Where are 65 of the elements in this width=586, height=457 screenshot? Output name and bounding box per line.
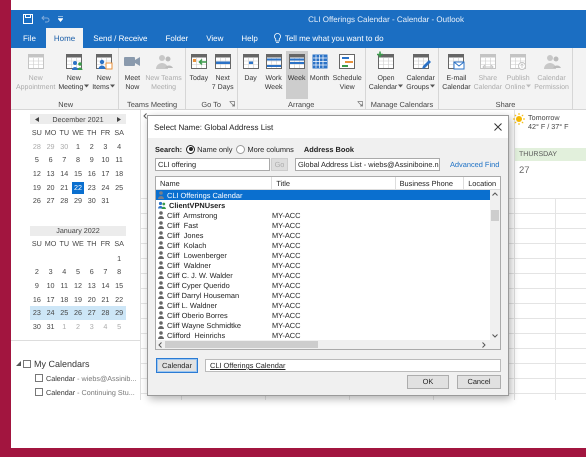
menu-tab[interactable]: Help xyxy=(233,28,266,48)
person-icon xyxy=(158,271,164,280)
caret-icon xyxy=(430,84,436,88)
person-icon xyxy=(158,211,164,220)
launcher-icon[interactable] xyxy=(228,101,235,107)
menu-tab[interactable]: View xyxy=(198,28,232,48)
calendar-person-icon xyxy=(94,51,114,71)
person-icon xyxy=(158,191,164,200)
scroll-up-icon[interactable] xyxy=(492,192,498,196)
caret-icon xyxy=(526,84,532,88)
scrollbar-thumb[interactable] xyxy=(491,210,499,221)
calendar-icon xyxy=(264,51,284,71)
calendar-plus-icon xyxy=(376,51,396,71)
caret-icon xyxy=(398,84,404,88)
checkbox[interactable] xyxy=(35,374,43,382)
radio-button[interactable] xyxy=(186,144,196,154)
person-icon xyxy=(158,281,164,290)
launcher-icon[interactable] xyxy=(356,101,363,107)
checkbox[interactable] xyxy=(35,388,43,396)
dialog-title: Select Name: Global Address List xyxy=(154,122,274,132)
section-title[interactable]: My Calendars xyxy=(34,358,90,369)
caret-icon xyxy=(110,84,116,88)
menu-tab[interactable]: File xyxy=(15,28,44,48)
collapse-arrow-icon[interactable] xyxy=(16,361,21,366)
scroll-down-icon[interactable] xyxy=(492,334,498,338)
scroll-right-icon[interactable] xyxy=(482,342,486,348)
calendar-pen-icon xyxy=(410,51,431,71)
calendar-arrows-icon xyxy=(478,51,498,71)
person-icon xyxy=(158,241,164,250)
people-icon xyxy=(158,201,166,210)
caret-icon[interactable] xyxy=(58,16,63,22)
menu-tab[interactable]: Send / Receive xyxy=(85,28,156,48)
lightbulb-icon xyxy=(274,33,281,43)
calendar-icon xyxy=(26,51,46,71)
next-month-arrow-icon[interactable] xyxy=(117,116,121,122)
search-prompt[interactable]: Tell me what you want to do xyxy=(284,34,384,42)
menu-tab[interactable]: Folder xyxy=(158,28,196,48)
calendar-icon xyxy=(240,51,261,71)
scrollbar-thumb[interactable] xyxy=(165,341,318,348)
person-icon xyxy=(158,321,164,330)
radio-button[interactable] xyxy=(236,144,246,154)
person-icon xyxy=(158,331,164,340)
menu-tab[interactable]: Home xyxy=(46,28,84,48)
schedule-icon xyxy=(337,51,358,71)
calendar-envelope-icon xyxy=(446,51,466,71)
person-icon xyxy=(158,261,164,270)
save-icon[interactable] xyxy=(23,14,33,24)
window-title: CLI Offerings Calendar - Calendar - Outlook xyxy=(308,14,464,24)
calendar-icon xyxy=(286,51,307,71)
person-icon xyxy=(158,251,164,260)
calendar-people-icon xyxy=(64,51,84,71)
caret-icon xyxy=(84,84,90,88)
close-icon[interactable] xyxy=(494,123,502,131)
person-icon xyxy=(158,231,164,240)
person-icon xyxy=(158,301,164,310)
person-icon xyxy=(158,221,164,230)
scroll-left-icon[interactable] xyxy=(158,342,162,348)
sun-icon xyxy=(513,113,525,125)
person-icon xyxy=(158,311,164,320)
previous-month-arrow-icon[interactable] xyxy=(35,116,39,122)
day-number: 27 xyxy=(519,165,530,176)
person-icon xyxy=(158,291,164,300)
calendar-upload-icon xyxy=(508,51,528,71)
calendar-icon xyxy=(212,51,233,71)
checkbox[interactable] xyxy=(23,360,31,368)
